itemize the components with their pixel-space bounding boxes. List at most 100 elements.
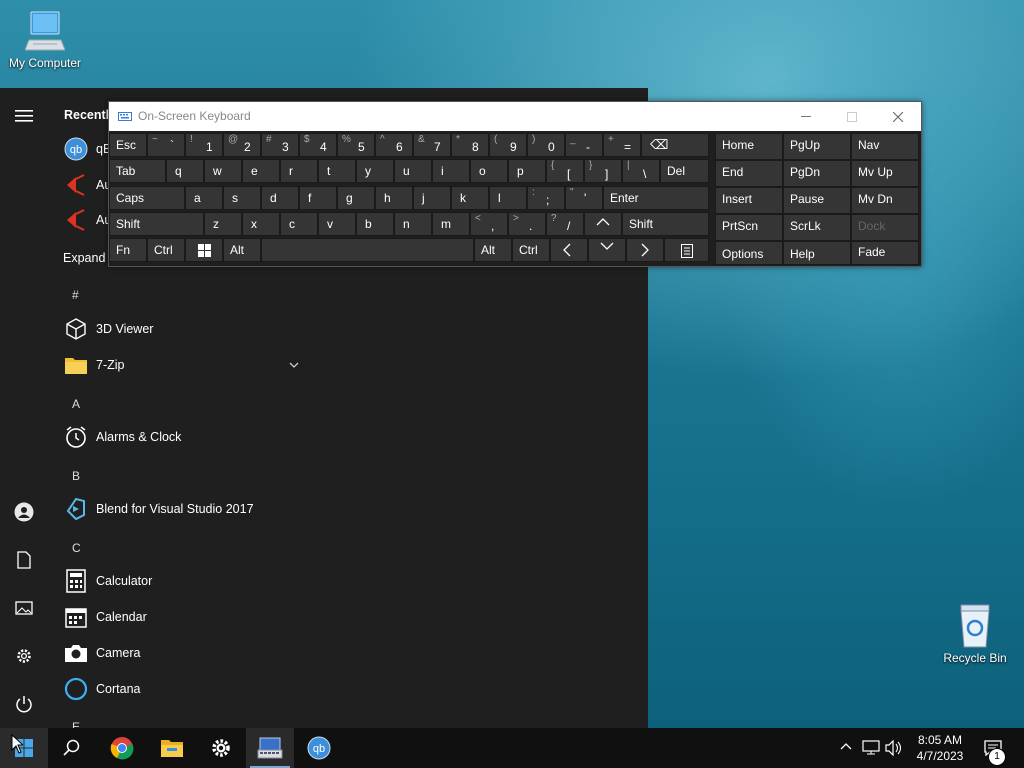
start-button[interactable] <box>0 728 48 768</box>
key-insert[interactable]: Insert <box>715 187 783 214</box>
key-6[interactable]: ^ 6 <box>375 133 413 157</box>
list-item-alarms-clock[interactable]: Alarms & Clock <box>64 422 181 452</box>
hamburger-menu-button[interactable] <box>0 96 48 136</box>
key-context-menu[interactable] <box>664 238 709 262</box>
key-c[interactable]: c <box>280 212 318 236</box>
list-item-recent-audio-2[interactable]: Au <box>64 205 111 235</box>
key-comma[interactable]: <, <box>470 212 508 236</box>
key-7[interactable]: & 7 <box>413 133 451 157</box>
key-5[interactable]: % 5 <box>337 133 375 157</box>
settings-button[interactable] <box>0 636 48 676</box>
key-prtscn[interactable]: PrtScn <box>715 214 783 241</box>
key-enter[interactable]: Enter <box>603 186 709 210</box>
taskbar-qbittorrent[interactable]: qb <box>295 728 343 768</box>
key-x[interactable]: x <box>242 212 280 236</box>
key-minus[interactable]: _ - <box>565 133 603 157</box>
key-right-ctrl[interactable]: Ctrl <box>512 238 550 262</box>
list-item-recent-audio-1[interactable]: Au <box>64 170 111 200</box>
key-a[interactable]: a <box>185 186 223 210</box>
key-caps[interactable]: Caps <box>109 186 185 210</box>
key-pause[interactable]: Pause <box>783 187 851 214</box>
key-windows[interactable] <box>185 238 223 262</box>
list-item-blend[interactable]: Blend for Visual Studio 2017 <box>64 494 254 524</box>
key-w[interactable]: w <box>204 159 242 183</box>
search-button[interactable] <box>48 728 96 768</box>
desktop-icon-recycle-bin[interactable]: Recycle Bin <box>930 603 1020 665</box>
key-backspace[interactable]: ⌫ <box>641 133 709 157</box>
desktop-icon-my-computer[interactable]: My Computer <box>0 10 90 70</box>
key-right-alt[interactable]: Alt <box>474 238 512 262</box>
key-o[interactable]: o <box>470 159 508 183</box>
maximize-button[interactable] <box>829 102 875 131</box>
user-account-button[interactable] <box>0 492 48 532</box>
close-button[interactable] <box>875 102 921 131</box>
clock[interactable]: 8:05 AM 4/7/2023 <box>908 732 972 764</box>
key-nav[interactable]: Nav <box>851 133 919 160</box>
key-4[interactable]: $4 <box>299 133 337 157</box>
key-arrow-right[interactable] <box>626 238 664 262</box>
key-d[interactable]: d <box>261 186 299 210</box>
list-item-cortana[interactable]: Cortana <box>64 674 140 704</box>
key-scrlk[interactable]: ScrLk <box>783 214 851 241</box>
list-item-calendar[interactable]: Calendar <box>64 602 147 632</box>
key-0[interactable]: ) 0 <box>527 133 565 157</box>
key-8[interactable]: * 8 <box>451 133 489 157</box>
key-r[interactable]: r <box>280 159 318 183</box>
power-button[interactable] <box>0 684 48 724</box>
taskbar-settings[interactable] <box>197 728 245 768</box>
key-e[interactable]: e <box>242 159 280 183</box>
key-9[interactable]: (9 <box>489 133 527 157</box>
section-letter-a[interactable]: A <box>72 397 80 411</box>
list-item-3d-viewer[interactable]: 3D Viewer <box>64 314 153 344</box>
key-options[interactable]: Options <box>715 241 783 265</box>
taskbar-chrome[interactable] <box>98 728 146 768</box>
key-backslash[interactable]: | \ <box>622 159 660 183</box>
key-f[interactable]: f <box>299 186 337 210</box>
key-del[interactable]: Del <box>660 159 709 183</box>
key-s[interactable]: s <box>223 186 261 210</box>
key-help[interactable]: Help <box>783 241 851 265</box>
key-left-bracket[interactable]: {[ <box>546 159 584 183</box>
key-right-bracket[interactable]: }] <box>584 159 622 183</box>
key-2[interactable]: @2 <box>223 133 261 157</box>
action-center-button[interactable]: 1 <box>978 728 1018 768</box>
key-left-ctrl[interactable]: Ctrl <box>147 238 185 262</box>
key-b[interactable]: b <box>356 212 394 236</box>
documents-button[interactable] <box>0 540 48 580</box>
key-dock[interactable]: Dock <box>851 214 919 241</box>
key-pgdn[interactable]: PgDn <box>783 160 851 187</box>
key-3[interactable]: #3 <box>261 133 299 157</box>
key-1[interactable]: ! 1 <box>185 133 223 157</box>
key-m[interactable]: m <box>432 212 470 236</box>
key-equals[interactable]: + = <box>603 133 641 157</box>
key-right-shift[interactable]: Shift <box>622 212 709 236</box>
key-n[interactable]: n <box>394 212 432 236</box>
key-p[interactable]: p <box>508 159 546 183</box>
list-item-recent-qbittorrent[interactable]: qb qB <box>64 134 111 164</box>
key-pgup[interactable]: PgUp <box>783 133 851 160</box>
key-arrow-down[interactable] <box>588 238 626 262</box>
section-letter-hash[interactable]: # <box>72 288 79 302</box>
section-letter-c[interactable]: C <box>72 541 81 555</box>
key-space[interactable] <box>261 238 474 262</box>
list-item-calculator[interactable]: Calculator <box>64 566 152 596</box>
key-move-up[interactable]: Mv Up <box>851 160 919 187</box>
chevron-down-icon[interactable] <box>289 362 299 368</box>
section-letter-e[interactable]: E <box>72 720 80 728</box>
key-h[interactable]: h <box>375 186 413 210</box>
key-g[interactable]: g <box>337 186 375 210</box>
key-u[interactable]: u <box>394 159 432 183</box>
key-arrow-left[interactable] <box>550 238 588 262</box>
osk-title-bar[interactable]: On-Screen Keyboard <box>109 102 921 131</box>
key-z[interactable]: z <box>204 212 242 236</box>
key-move-down[interactable]: Mv Dn <box>851 187 919 214</box>
key-left-alt[interactable]: Alt <box>223 238 261 262</box>
key-k[interactable]: k <box>451 186 489 210</box>
pictures-button[interactable] <box>0 588 48 628</box>
minimize-button[interactable] <box>783 102 829 131</box>
key-l[interactable]: l <box>489 186 527 210</box>
key-y[interactable]: y <box>356 159 394 183</box>
key-period[interactable]: >. <box>508 212 546 236</box>
key-slash[interactable]: ? / <box>546 212 584 236</box>
key-tab[interactable]: Tab <box>109 159 166 183</box>
